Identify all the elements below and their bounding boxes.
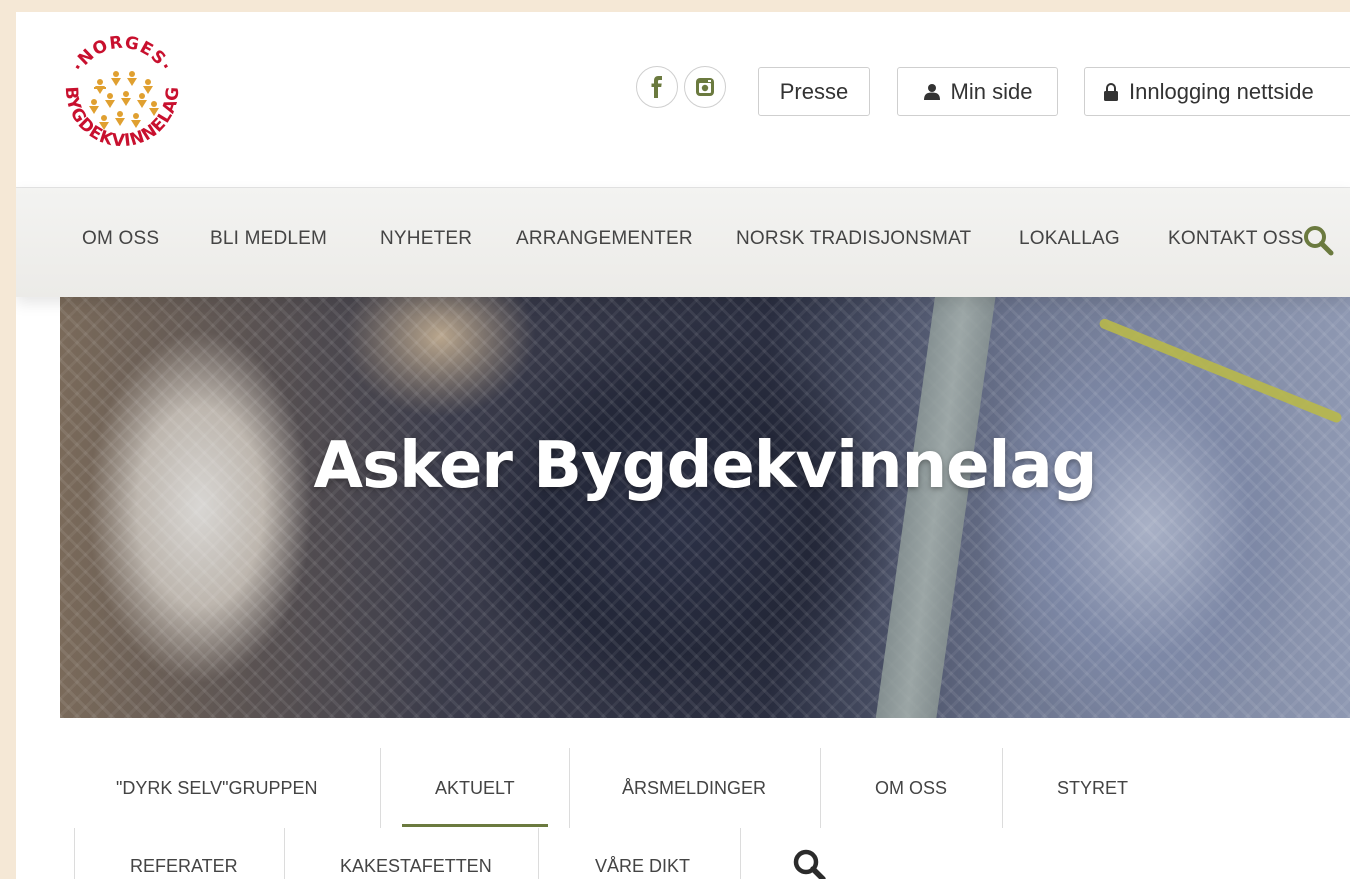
divider: [820, 748, 821, 828]
hero-knit-texture: [60, 297, 1350, 718]
divider: [284, 828, 285, 879]
subnav-item-dyrk-selv[interactable]: "DYRK SELV"GRUPPEN: [116, 778, 318, 799]
divider: [740, 828, 741, 879]
page: ·NORGES· BYGDEKVINNELAG Presse Min side …: [16, 12, 1350, 879]
nav-item-lokallag[interactable]: LOKALLAG: [1019, 228, 1120, 250]
search-icon[interactable]: [792, 848, 826, 879]
site-header: ·NORGES· BYGDEKVINNELAG Presse Min side …: [16, 12, 1350, 188]
subnav-item-kakestafetten[interactable]: KAKESTAFETTEN: [340, 856, 492, 877]
subnav-item-arsmeldinger[interactable]: ÅRSMELDINGER: [622, 778, 766, 799]
divider: [1002, 748, 1003, 828]
subnav-item-vare-dikt[interactable]: VÅRE DIKT: [595, 856, 690, 877]
min-side-button[interactable]: Min side: [897, 67, 1058, 116]
hero-banner: Asker Bygdekvinnelag: [60, 297, 1350, 718]
svg-text:·NORGES·: ·NORGES·: [68, 33, 176, 76]
facebook-button[interactable]: [636, 66, 678, 108]
nav-item-arrangementer[interactable]: ARRANGEMENTER: [516, 228, 693, 250]
subnav-item-styret[interactable]: STYRET: [1057, 778, 1128, 799]
subnav-item-referater[interactable]: REFERATER: [130, 856, 238, 877]
presse-button[interactable]: Presse: [758, 67, 870, 116]
min-side-label: Min side: [950, 78, 1033, 104]
nav-item-nyheter[interactable]: NYHETER: [380, 228, 472, 250]
innlogging-button[interactable]: Innlogging nettside: [1084, 67, 1350, 116]
presse-label: Presse: [779, 78, 849, 104]
nav-item-kontakt-oss[interactable]: KONTAKT OSS: [1168, 228, 1304, 250]
divider: [380, 748, 381, 828]
nav-item-om-oss[interactable]: OM OSS: [82, 228, 159, 250]
nav-item-norsk-tradisjonsmat[interactable]: NORSK TRADISJONSMAT: [736, 228, 971, 250]
sub-navigation: "DYRK SELV"GRUPPEN AKTUELT ÅRSMELDINGER …: [60, 718, 1350, 879]
subnav-item-aktuelt[interactable]: AKTUELT: [435, 778, 515, 799]
user-icon: [923, 83, 940, 100]
divider: [538, 828, 539, 879]
subnav-item-om-oss[interactable]: OM OSS: [875, 778, 947, 799]
lock-icon: [1104, 82, 1118, 101]
norges-bygdekvinnelag-logo[interactable]: ·NORGES· BYGDEKVINNELAG: [54, 32, 190, 172]
facebook-icon: [651, 76, 662, 98]
instagram-icon: [696, 78, 714, 96]
divider: [74, 828, 75, 879]
active-tab-indicator: [402, 824, 548, 827]
divider: [569, 748, 570, 828]
innlogging-label: Innlogging nettside: [1129, 78, 1314, 104]
search-icon[interactable]: [1302, 224, 1334, 256]
page-title: Asker Bygdekvinnelag: [313, 429, 1098, 503]
nav-item-bli-medlem[interactable]: BLI MEDLEM: [210, 228, 327, 250]
main-navigation: OM OSS BLI MEDLEM NYHETER ARRANGEMENTER …: [16, 188, 1350, 297]
instagram-button[interactable]: [684, 66, 726, 108]
